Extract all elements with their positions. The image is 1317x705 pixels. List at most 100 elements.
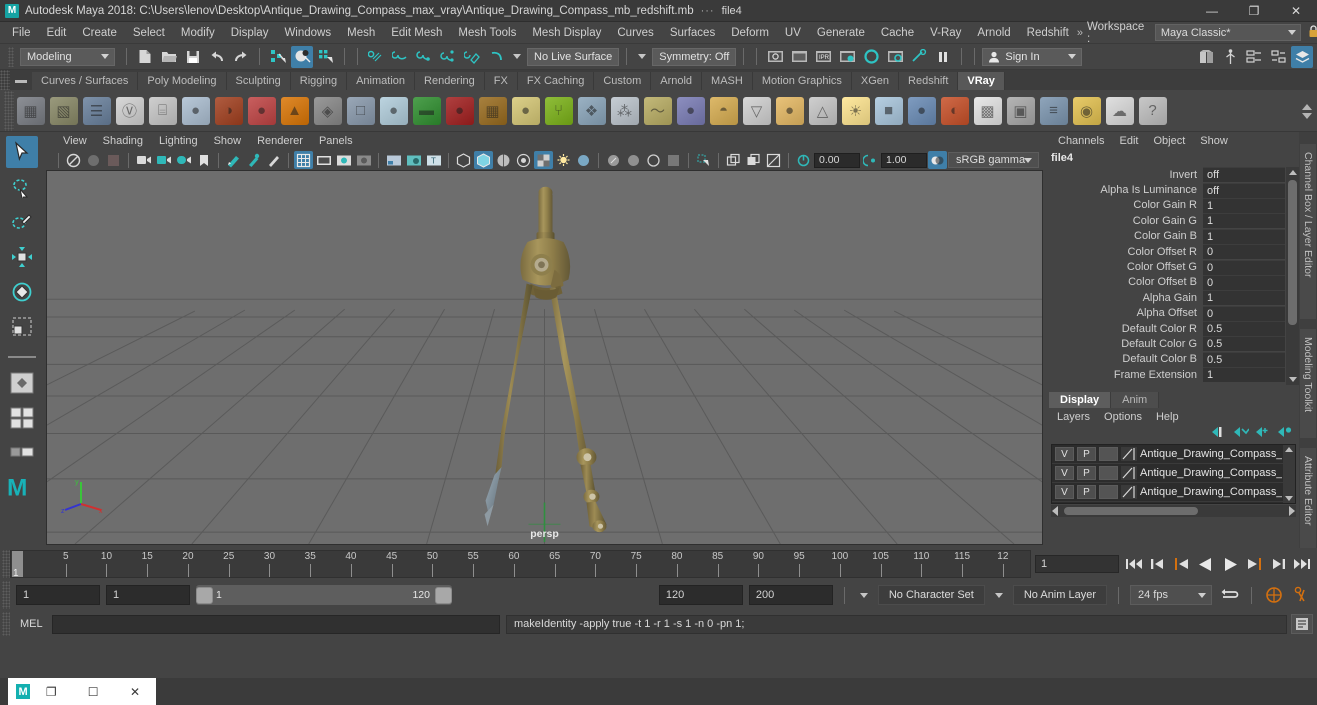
channel-box-menu-edit[interactable]: Edit [1112,134,1145,148]
layer-menu-layers[interactable]: Layers [1051,410,1096,424]
shelf-tab-arnold[interactable]: Arnold [651,72,703,90]
redo-button[interactable] [230,46,252,68]
smooth-shade-all-icon[interactable] [474,151,493,169]
vray-texture-icon[interactable]: ▦ [476,93,509,129]
tear-off-copy-icon[interactable] [744,151,763,169]
snap-to-curve-button[interactable] [389,46,411,68]
vray-sun-icon[interactable]: ☀ [839,93,872,129]
time-slider-cursor[interactable]: 1 [12,551,23,577]
channel-row[interactable]: Color Offset B 0 [1045,274,1285,290]
auto-keyframe-toggle[interactable] [1263,584,1285,606]
channel-value-field[interactable]: off [1203,167,1285,183]
menu-vray[interactable]: V-Ray [922,25,969,41]
menuset-select[interactable]: Modeling [20,47,115,66]
select-by-hierarchy-button[interactable] [267,46,289,68]
channel-row[interactable]: Color Gain B 1 [1045,228,1285,244]
vray-fire-icon[interactable]: ▲ [278,93,311,129]
live-surface-field[interactable]: No Live Surface [527,47,620,66]
vray-render-icon[interactable]: ▦ [14,93,47,129]
vray-displacement-icon[interactable]: ▬ [410,93,443,129]
layer-color-swatch[interactable] [1121,447,1137,461]
animation-preferences-button[interactable] [1291,584,1313,606]
channel-value-field[interactable]: off [1203,182,1285,198]
command-input-field[interactable] [52,614,500,634]
wireframe-shading-icon[interactable] [454,151,473,169]
go-to-end-button[interactable] [1291,553,1313,575]
triangle-right-icon[interactable] [1289,506,1295,516]
viewport-menu-show[interactable]: Show [207,134,249,148]
shelf-icons-gripper[interactable] [4,90,14,131]
vray-cloud-icon[interactable]: ☁ [1103,93,1136,129]
menu-mesh-tools[interactable]: Mesh Tools [450,25,524,41]
show-resolution-gate-icon[interactable] [334,151,353,169]
image-plane-icon[interactable] [154,151,173,169]
go-to-start-button[interactable] [1123,553,1145,575]
layer-color-swatch[interactable] [1121,485,1137,499]
exposure-reset-icon[interactable] [794,151,813,169]
show-film-gate-icon[interactable] [314,151,333,169]
chevron-up-icon[interactable] [1302,103,1312,110]
viewport-render-icon[interactable] [404,151,423,169]
script-editor-icon[interactable] [1291,614,1313,634]
triangle-up-icon[interactable] [1285,447,1293,452]
layer-prev-icon[interactable] [1211,426,1227,441]
isolate-select-icon[interactable] [604,151,623,169]
channel-value-field[interactable]: 1 [1203,290,1285,306]
vray-attributes-icon[interactable]: ≡ [1037,93,1070,129]
vray-help-icon[interactable]: ? [1136,93,1169,129]
symmetry-field[interactable]: Symmetry: Off [652,47,737,66]
layer-row[interactable]: V P Antique_Drawing_Compass_ [1052,483,1295,502]
vray-frame-buffer-icon[interactable]: ⌸ [146,93,179,129]
channel-row[interactable]: Default Color G 0.5 [1045,336,1285,352]
lock-camera-icon[interactable] [84,151,103,169]
minimize-button[interactable]: — [1191,0,1233,22]
taskbar-close-button[interactable]: ✕ [114,678,156,705]
show-hide-attribute-editor-button[interactable] [1267,46,1289,68]
viewport-menu-renderer[interactable]: Renderer [250,134,310,148]
menu-edit-mesh[interactable]: Edit Mesh [383,25,450,41]
undo-button[interactable] [206,46,228,68]
color-space-select[interactable]: sRGB gamma [948,152,1039,168]
four-view-layout-button[interactable] [6,402,38,434]
shelf-tab-curves-surfaces[interactable]: Curves / Surfaces [32,72,139,90]
layer-state-toggle[interactable] [1099,447,1118,461]
xray-mode-icon[interactable] [624,151,643,169]
vray-settings-icon[interactable]: ☰ [80,93,113,129]
two-pane-layout-button[interactable] [6,437,38,469]
shelf-options-menu-icon[interactable] [10,72,32,90]
layer-playback-toggle[interactable]: P [1077,485,1096,499]
render-settings-button[interactable] [836,46,858,68]
new-scene-button[interactable] [134,46,156,68]
shelf-tab-custom[interactable]: Custom [594,72,652,90]
menu-uv[interactable]: UV [777,25,809,41]
maximize-button[interactable]: ❐ [1233,0,1275,22]
color-management-toggle-icon[interactable] [928,151,947,169]
taskbar-window-button[interactable]: M ❐ ☐ ✕ [8,678,156,705]
viewport-menu-panels[interactable]: Panels [312,134,360,148]
vray-dome-light-icon[interactable]: ● [509,93,542,129]
show-hide-modeling-toolkit-button[interactable] [1195,46,1217,68]
layer-list-scrollbar[interactable] [1283,445,1295,503]
channel-box-menu-show[interactable]: Show [1193,134,1235,148]
snap-to-view-plane-button[interactable] [461,46,483,68]
channel-value-field[interactable]: 1 [1203,213,1285,229]
viewport-menu-shading[interactable]: Shading [96,134,150,148]
shelf-scroll-arrows[interactable] [1299,90,1315,132]
menu-windows[interactable]: Windows [276,25,339,41]
add-keyframe-icon[interactable] [244,151,263,169]
gamma-field[interactable]: 1.00 [881,152,927,168]
exposure-select-icon[interactable] [694,151,713,169]
viewport-menu-view[interactable]: View [56,134,94,148]
snap-to-grid-button[interactable] [365,46,387,68]
channel-value-field[interactable]: 0 [1203,274,1285,290]
move-tool-button[interactable] [6,241,38,273]
workspace-select[interactable]: Maya Classic* [1154,24,1301,41]
vray-plane-icon[interactable]: □ [344,93,377,129]
channel-value-field[interactable]: 0 [1203,259,1285,275]
side-tab-attribute-editor[interactable]: Attribute Editor [1300,448,1316,548]
toolbar-gripper[interactable] [8,46,14,67]
layer-visibility-toggle[interactable]: V [1055,485,1074,499]
show-hide-hypergraph-button[interactable] [1219,46,1241,68]
shadows-icon[interactable] [534,151,553,169]
time-slider[interactable]: 1 5 10 15 20 25 30 35 40 45 50 55 60 65 70 75 80 85 90 95 1… [10,550,1031,578]
